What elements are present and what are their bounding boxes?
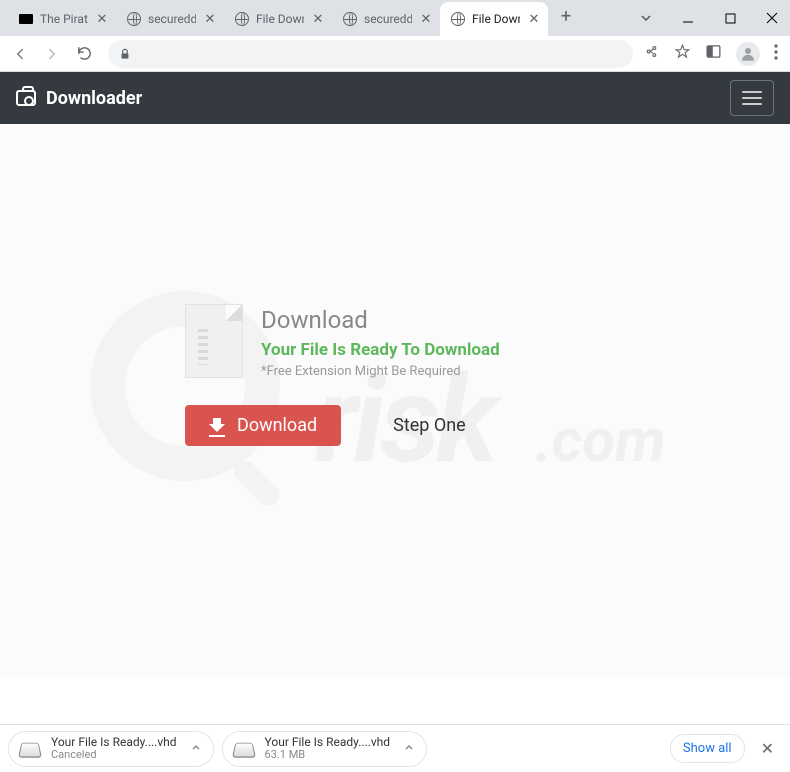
tab-title: secureddo... [148,12,196,26]
downloads-bar: Your File Is Ready....vhd Canceled Your … [0,724,790,772]
hamburger-menu-button[interactable] [730,80,774,116]
globe-icon [342,11,358,27]
tab-title: File Downlo [256,12,304,26]
globe-icon [126,11,142,27]
download-item[interactable]: Your File Is Ready....vhd 63.1 MB [222,731,428,767]
account-icon[interactable] [736,42,760,66]
zip-file-icon [185,304,243,378]
browser-toolbar [0,36,790,72]
chevron-up-icon[interactable] [187,742,205,755]
vhd-file-icon [233,738,255,760]
browser-tab[interactable]: The Pirate ✕ [8,2,116,36]
lock-icon [118,47,132,61]
close-tab-icon[interactable]: ✕ [202,11,218,27]
back-button[interactable] [6,40,34,68]
page-content: risk .com Download Your File Is Ready To… [0,124,790,677]
camera-icon [16,90,36,106]
side-panel-icon[interactable] [705,43,722,64]
download-item[interactable]: Your File Is Ready....vhd Canceled [8,731,214,767]
chevron-up-icon[interactable] [400,742,418,755]
note-text: *Free Extension Might Be Required [261,364,500,379]
tab-title: The Pirate [40,12,88,26]
new-tab-button[interactable]: + [552,2,580,30]
reload-button[interactable] [70,40,98,68]
close-tab-icon[interactable]: ✕ [94,11,110,27]
browser-tab[interactable]: File Downlo ✕ [224,2,332,36]
step-one-button[interactable]: Step One [369,405,490,446]
window-controls [634,0,790,36]
window-titlebar: The Pirate ✕ secureddo... ✕ File Downlo … [0,0,790,36]
close-tab-icon[interactable]: ✕ [526,11,542,27]
site-header: Downloader [0,72,790,124]
globe-icon [234,11,250,27]
bookmark-star-icon[interactable] [674,43,691,64]
download-icon [209,418,225,434]
browser-tab[interactable]: secureddo... ✕ [116,2,224,36]
tab-strip: The Pirate ✕ secureddo... ✕ File Downlo … [0,2,634,36]
download-button-label: Download [237,415,317,436]
download-button[interactable]: Download [185,405,341,446]
vhd-file-icon [19,738,41,760]
show-all-downloads-button[interactable]: Show all [670,734,745,763]
forward-button[interactable] [38,40,66,68]
close-window-icon[interactable] [760,9,784,28]
download-status: Canceled [51,749,177,761]
ready-text: Your File Is Ready To Download [261,340,500,360]
browser-tab-active[interactable]: File Downlo ✕ [440,2,548,36]
close-tab-icon[interactable]: ✕ [418,11,434,27]
address-bar[interactable] [108,40,633,68]
tab-title: secureddo... [364,12,412,26]
browser-tab[interactable]: secureddo... ✕ [332,2,440,36]
minimize-icon[interactable] [676,9,700,28]
share-icon[interactable] [643,43,660,64]
menu-dots-icon[interactable] [774,44,778,64]
chevron-down-icon[interactable] [634,9,658,28]
download-heading: Download [261,306,500,334]
pirate-icon [18,11,34,27]
brand[interactable]: Downloader [16,88,142,109]
brand-text: Downloader [46,88,142,109]
close-tab-icon[interactable]: ✕ [310,11,326,27]
step-button-label: Step One [393,415,466,436]
globe-icon [450,11,466,27]
maximize-icon[interactable] [718,9,742,28]
download-card: Download Your File Is Ready To Download … [185,304,605,446]
download-status: 63.1 MB [265,749,391,761]
tab-title: File Downlo [472,12,520,26]
close-downloads-bar-icon[interactable]: ✕ [753,739,782,758]
toolbar-right [643,42,784,66]
